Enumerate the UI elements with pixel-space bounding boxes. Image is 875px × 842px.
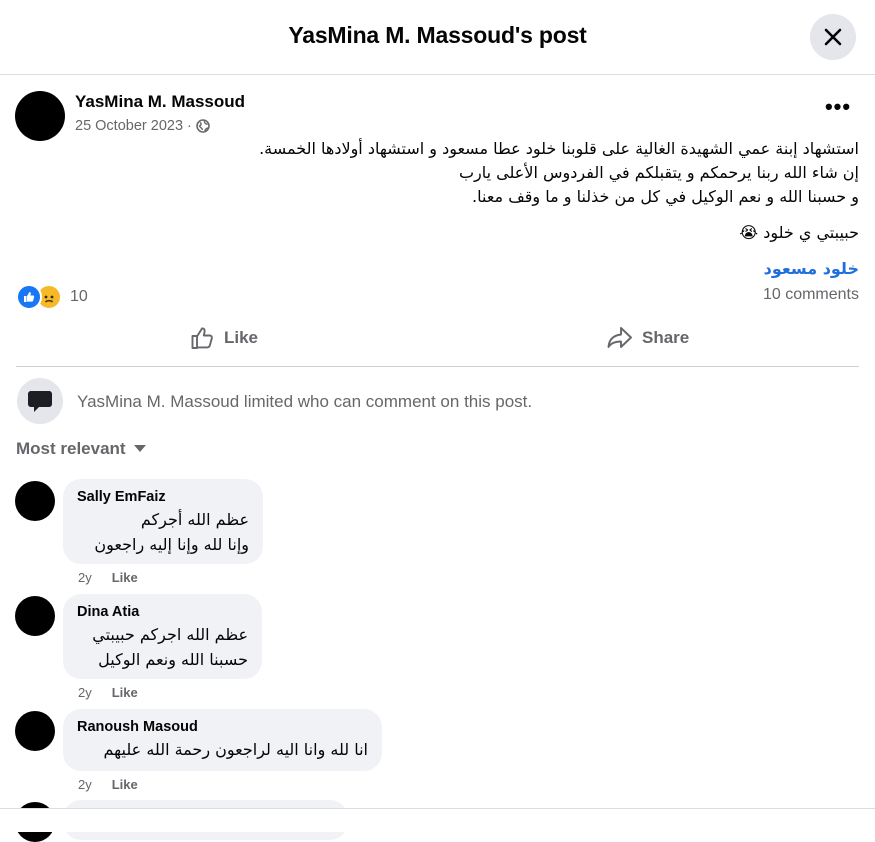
dialog-title: YasMina M. Massoud's post (288, 22, 587, 48)
mention-link[interactable]: خلود مسعود (764, 259, 859, 278)
comment-meta: 2y Like (78, 570, 138, 585)
close-icon (824, 28, 842, 46)
author-name[interactable]: YasMina M. Massoud (75, 92, 245, 112)
comment-like-button[interactable]: Like (112, 570, 138, 585)
post-line: إن شاء الله ربنا يرحمكم و يتقبلكم في الف… (458, 163, 859, 182)
comment-text: عظم الله أجركم وإنا لله وإنا إليه راجعون (77, 507, 249, 557)
comments-count[interactable]: 10 comments (763, 286, 859, 304)
globe-icon (196, 119, 210, 133)
action-bar: Like Share (16, 311, 859, 367)
post-line: استشهاد إبنة عمي الشهيدة الغالية على قلو… (259, 139, 859, 158)
post-date[interactable]: 25 October 2023 (75, 118, 183, 134)
thumbs-up-icon (191, 327, 213, 349)
share-label: Share (642, 328, 690, 347)
sort-label: Most relevant (16, 439, 126, 458)
caret-down-icon (133, 445, 146, 452)
notice-icon-container (17, 378, 63, 424)
comment-line: حسبنا الله ونعم الوكيل (98, 650, 248, 669)
date-separator: · (187, 118, 192, 134)
dialog-header: YasMina M. Massoud's post (0, 0, 875, 75)
comment-line: انا لله وانا اليه لراجعون رحمة الله عليه… (103, 740, 368, 759)
more-icon: ••• (824, 94, 852, 119)
like-label: Like (224, 328, 259, 347)
comment-time[interactable]: 2y (78, 777, 92, 792)
comment-limit-notice: YasMina M. Massoud limited who can comme… (77, 392, 533, 411)
comment-sort-dropdown[interactable]: Most relevant (16, 439, 146, 459)
close-button[interactable] (810, 14, 856, 60)
reaction-count: 10 (70, 288, 88, 305)
like-reaction-icon (16, 284, 42, 310)
comment-time[interactable]: 2y (78, 685, 92, 700)
commenter-avatar[interactable] (15, 711, 55, 751)
comment-bubble: Dina Atia عظم الله اجركم حبيبتي حسبنا ال… (63, 594, 262, 679)
share-icon (607, 327, 632, 348)
dialog-footer (0, 808, 875, 832)
comment-like-button[interactable]: Like (112, 685, 138, 700)
reactions-summary[interactable]: 10 (16, 284, 88, 310)
post-text: استشهاد إبنة عمي الشهيدة الغالية على قلو… (19, 137, 859, 281)
comment-text: انا لله وانا اليه لراجعون رحمة الله عليه… (77, 737, 368, 762)
commenter-avatar[interactable] (15, 596, 55, 636)
author-avatar[interactable] (15, 91, 65, 141)
post-meta: 25 October 2023 · (75, 118, 210, 134)
commenter-name[interactable]: Sally EmFaiz (77, 489, 249, 505)
comment-time[interactable]: 2y (78, 570, 92, 585)
commenter-name[interactable]: Ranoush Masoud (77, 719, 368, 735)
comment-line: وإنا لله وإنا إليه راجعون (94, 535, 249, 554)
comment-text: عظم الله اجركم حبيبتي حسبنا الله ونعم ال… (77, 622, 248, 672)
comment-like-button[interactable]: Like (112, 777, 138, 792)
like-button[interactable]: Like (190, 321, 258, 355)
commenter-avatar[interactable] (15, 481, 55, 521)
comment-bubble: Ranoush Masoud انا لله وانا اليه لراجعون… (63, 709, 382, 771)
post-line: و حسبنا الله و نعم الوكيل في كل من خذلنا… (472, 187, 859, 206)
comment-meta: 2y Like (78, 777, 138, 792)
comment-line: عظم الله أجركم (140, 510, 249, 529)
share-button[interactable]: Share (606, 321, 689, 355)
commenter-name[interactable]: Dina Atia (77, 604, 248, 620)
comment-icon (28, 391, 52, 412)
comment-line: عظم الله اجركم حبيبتي (92, 625, 248, 644)
comment-meta: 2y Like (78, 685, 138, 700)
more-options-button[interactable]: ••• (823, 96, 853, 126)
post-line: حبيبتي ي خلود 😭 (739, 223, 859, 242)
comment-bubble: Sally EmFaiz عظم الله أجركم وإنا لله وإن… (63, 479, 263, 564)
